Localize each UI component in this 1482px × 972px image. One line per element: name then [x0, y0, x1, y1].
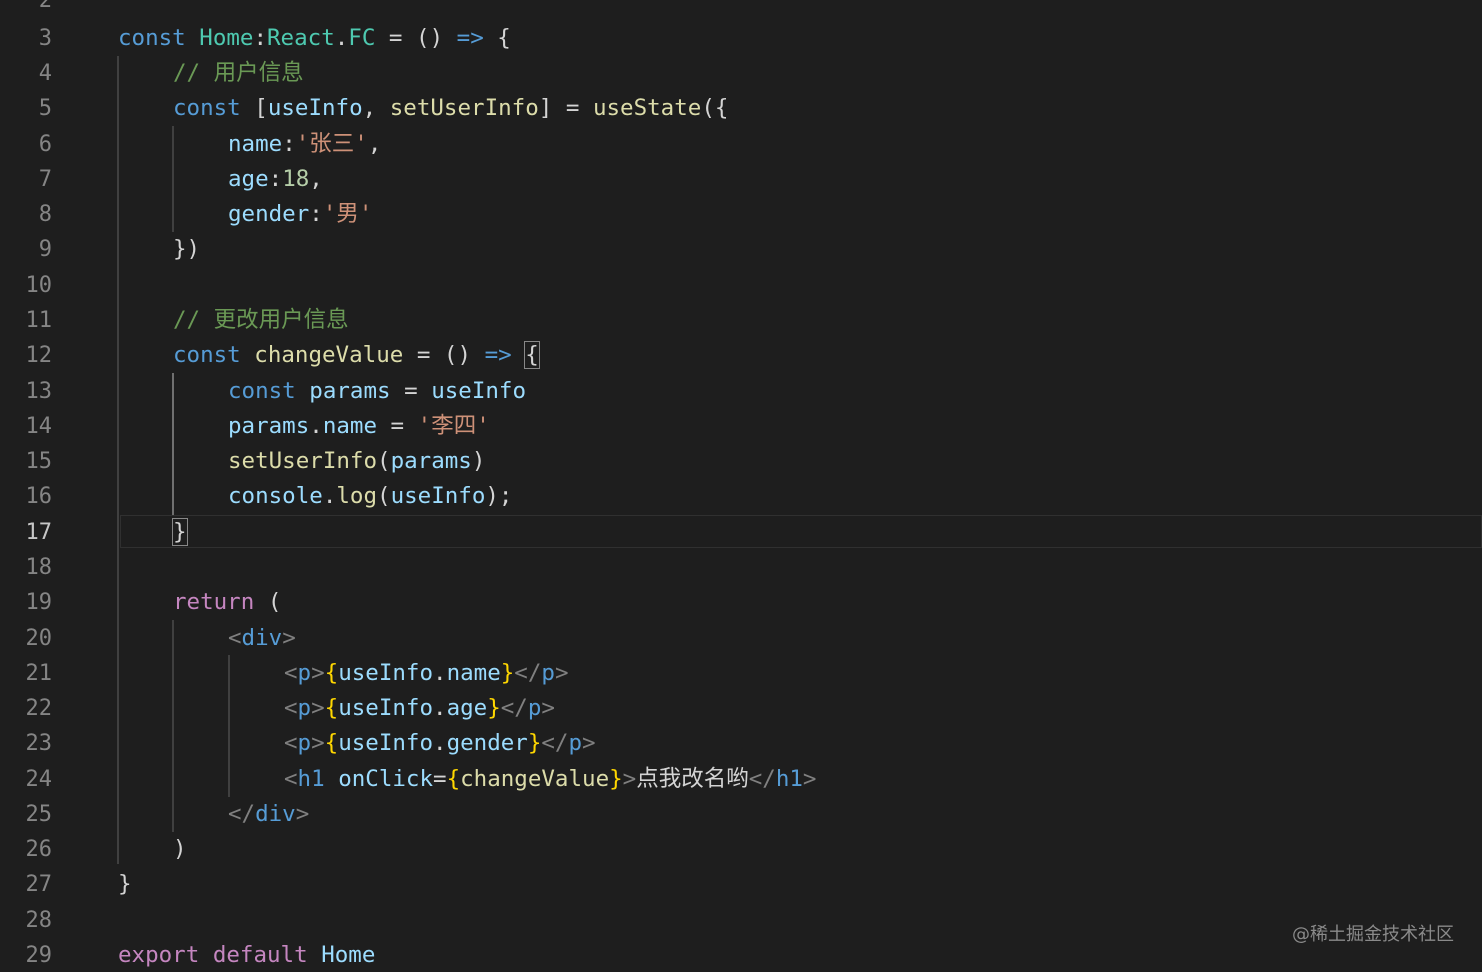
- code-text: const [useInfo, setUserInfo] = useState(…: [173, 95, 729, 121]
- line-number: 17: [25, 520, 53, 545]
- code-text: <p>{useInfo.name}</p>: [284, 660, 569, 686]
- code-line[interactable]: 6 name:'张三',: [0, 127, 1482, 162]
- line-number: 8: [38, 202, 52, 227]
- line-number: 5: [38, 96, 52, 121]
- line-number: 29: [25, 943, 53, 968]
- code-text: <p>{useInfo.gender}</p>: [284, 730, 596, 756]
- code-text: console.log(useInfo);: [228, 483, 513, 509]
- current-line-highlight: [120, 515, 1482, 548]
- code-text: <p>{useInfo.age}</p>: [284, 695, 555, 721]
- code-line[interactable]: 28: [0, 903, 1482, 938]
- line-number: 6: [38, 132, 52, 157]
- code-text: ): [173, 836, 187, 862]
- code-line[interactable]: 5 const [useInfo, setUserInfo] = useStat…: [0, 91, 1482, 126]
- code-text: const Home:React.FC = () => {: [118, 25, 511, 51]
- watermark: @稀土掘金技术社区: [1292, 924, 1454, 945]
- code-text: const params = useInfo: [228, 378, 527, 404]
- code-line-current[interactable]: 17 }: [0, 515, 1482, 550]
- line-number: 27: [25, 872, 53, 897]
- code-line[interactable]: 12 const changeValue = () => {: [0, 338, 1482, 373]
- line-number: 14: [25, 414, 53, 439]
- code-line[interactable]: 2: [0, 0, 1482, 18]
- line-number: 18: [25, 555, 53, 580]
- matched-bracket: }: [172, 518, 188, 546]
- code-text: }): [173, 236, 201, 262]
- line-number: 20: [25, 626, 53, 651]
- line-number: 25: [25, 802, 53, 827]
- line-number: 19: [25, 590, 53, 615]
- matched-bracket: {: [524, 341, 540, 369]
- code-line[interactable]: 25 </div>: [0, 797, 1482, 832]
- code-line[interactable]: 16 console.log(useInfo);: [0, 479, 1482, 514]
- code-line[interactable]: 23 <p>{useInfo.gender}</p>: [0, 726, 1482, 761]
- line-number: 7: [38, 167, 52, 192]
- code-line[interactable]: 7 age:18,: [0, 162, 1482, 197]
- code-line[interactable]: 21 <p>{useInfo.name}</p>: [0, 656, 1482, 691]
- code-line[interactable]: 18: [0, 550, 1482, 585]
- code-text: params.name = '李四': [228, 413, 490, 439]
- line-number: 28: [25, 908, 53, 933]
- code-line[interactable]: 20 <div>: [0, 621, 1482, 656]
- code-line[interactable]: 11 // 更改用户信息: [0, 303, 1482, 338]
- code-text: <h1 onClick={changeValue}>点我改名哟</h1>: [284, 766, 817, 792]
- code-text: age:18,: [228, 166, 323, 192]
- comment: // 更改用户信息: [173, 307, 349, 333]
- code-line[interactable]: 4 // 用户信息: [0, 56, 1482, 91]
- line-number: 26: [25, 837, 53, 862]
- line-number: 13: [25, 379, 53, 404]
- code-line[interactable]: 10: [0, 268, 1482, 303]
- code-line[interactable]: 15 setUserInfo(params): [0, 444, 1482, 479]
- code-line[interactable]: 8 gender:'男': [0, 197, 1482, 232]
- line-number: 2: [38, 0, 52, 13]
- code-line[interactable]: 29 export default Home: [0, 938, 1482, 972]
- code-text: setUserInfo(params): [228, 448, 486, 474]
- code-text: </div>: [228, 801, 310, 827]
- code-text: }: [172, 518, 188, 546]
- code-line[interactable]: 24 <h1 onClick={changeValue}>点我改名哟</h1>: [0, 762, 1482, 797]
- code-text: gender:'男': [228, 201, 373, 227]
- code-line[interactable]: 27 }: [0, 867, 1482, 902]
- code-line[interactable]: 26 ): [0, 832, 1482, 867]
- line-number: 11: [25, 308, 53, 333]
- code-text: const changeValue = () => {: [173, 341, 540, 369]
- code-text: export default Home: [118, 942, 376, 968]
- code-line[interactable]: 14 params.name = '李四': [0, 409, 1482, 444]
- code-text: }: [118, 871, 132, 897]
- comment: // 用户信息: [173, 60, 304, 86]
- line-number: 21: [25, 661, 53, 686]
- code-line[interactable]: 13 const params = useInfo: [0, 374, 1482, 409]
- code-editor[interactable]: 2 3 const Home:React.FC = () => { 4 // 用…: [0, 0, 1482, 972]
- line-number: 16: [25, 484, 53, 509]
- line-number: 3: [38, 26, 52, 51]
- line-number: 10: [25, 273, 53, 298]
- line-number: 22: [25, 696, 53, 721]
- line-number: 9: [38, 237, 52, 262]
- code-text: name:'张三',: [228, 131, 382, 157]
- line-number: 4: [38, 61, 52, 86]
- code-line[interactable]: 22 <p>{useInfo.age}</p>: [0, 691, 1482, 726]
- line-number: 12: [25, 343, 53, 368]
- code-text: <div>: [228, 625, 296, 651]
- line-number: 24: [25, 767, 53, 792]
- code-line[interactable]: 9 }): [0, 232, 1482, 267]
- line-number: 15: [25, 449, 53, 474]
- line-number: 23: [25, 731, 53, 756]
- code-line[interactable]: 3 const Home:React.FC = () => {: [0, 21, 1482, 56]
- code-line[interactable]: 19 return (: [0, 585, 1482, 620]
- code-text: return (: [173, 589, 282, 615]
